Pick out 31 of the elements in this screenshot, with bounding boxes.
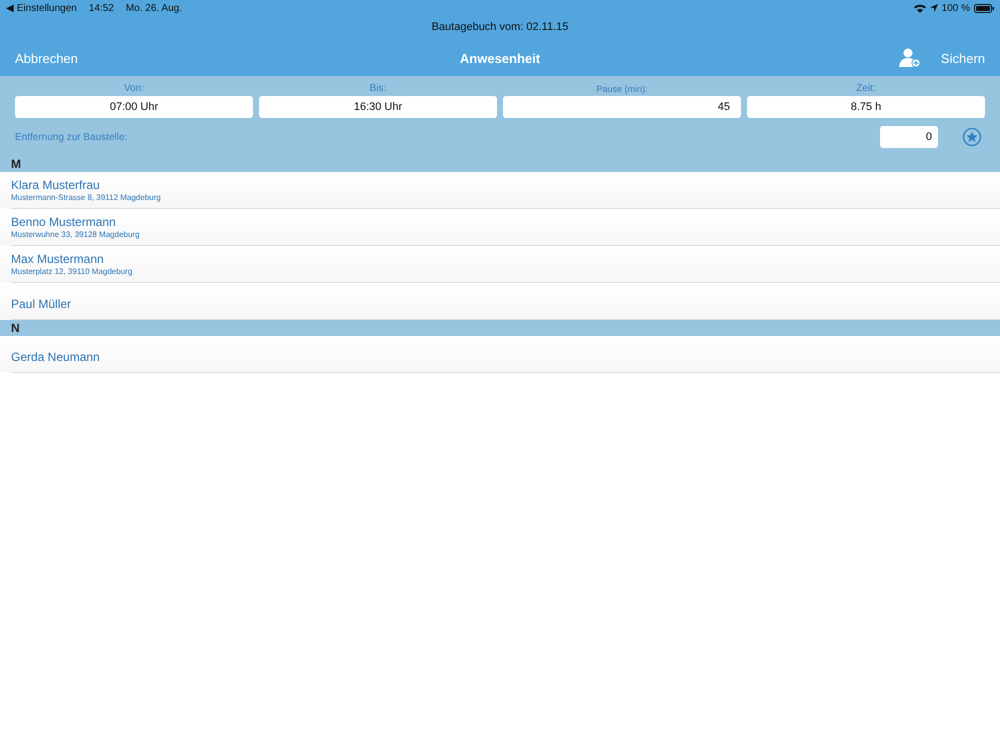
screen-title: Anwesenheit	[460, 50, 540, 66]
person-address: Musterwuhne 33, 39128 Magdeburg	[11, 230, 141, 239]
person-name: Paul Müller	[11, 297, 72, 311]
status-time: 14:52	[88, 2, 114, 14]
back-link[interactable]: ◀ Einstellungen	[6, 2, 77, 14]
time-field[interactable]: 45	[503, 96, 741, 118]
save-button[interactable]: Sichern	[940, 50, 985, 66]
person-name: Gerda Neumann	[11, 350, 101, 364]
location-icon	[930, 4, 938, 12]
wifi-icon	[914, 4, 926, 12]
person-name: Benno Mustermann	[11, 215, 117, 229]
person-address: Musterplatz 12, 39110 Magdeburg	[11, 267, 134, 276]
time-field[interactable]: 8.75 h	[747, 96, 985, 118]
field-label: Bis:	[368, 82, 388, 96]
logbook-date: Bautagebuch vom: 02.11.15	[430, 20, 570, 35]
person-name: Klara Musterfrau	[11, 178, 101, 192]
cancel-button[interactable]: Abbrechen	[15, 50, 78, 66]
field-label: Pause (min):	[595, 83, 649, 96]
time-field[interactable]: 16:30 Uhr	[259, 96, 497, 118]
status-date: Mo. 26. Aug.	[126, 2, 182, 14]
battery-percent: 100 %	[942, 2, 970, 14]
time-field[interactable]: 07:00 Uhr	[15, 96, 253, 118]
battery-icon	[974, 4, 994, 12]
field-label: Zeit:	[855, 82, 877, 96]
person-address: Mustermann-Strasse 8, 39112 Magdeburg	[11, 193, 162, 202]
add-person-icon[interactable]	[898, 48, 921, 68]
distance-label: Entfernung zur Baustelle:	[15, 132, 128, 142]
person-name: Max Mustermann	[11, 252, 105, 266]
section-header: N	[0, 320, 1000, 336]
distance-field[interactable]: 0	[880, 126, 938, 148]
field-label: Von:	[122, 82, 146, 96]
